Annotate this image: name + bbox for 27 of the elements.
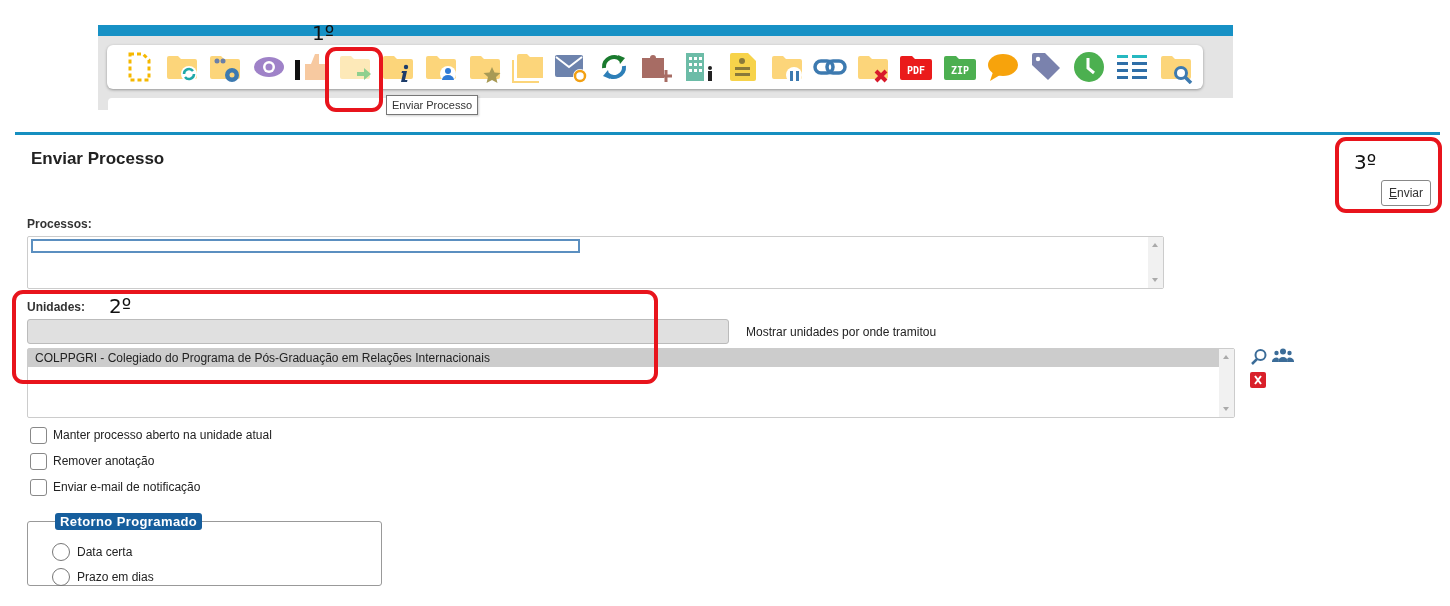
remove-icon[interactable] [1250, 372, 1266, 388]
checkbox-label: Enviar e-mail de notificação [53, 480, 201, 494]
step-number: 3º [1354, 151, 1377, 173]
page-title: Enviar Processo [31, 149, 165, 169]
tooltip: Enviar Processo [386, 95, 479, 115]
list-item-outline[interactable] [31, 239, 580, 253]
panel-legend: Retorno Programado [55, 513, 203, 530]
radio-label: Prazo em dias [77, 569, 154, 584]
checkbox[interactable] [30, 426, 47, 444]
clock-icon[interactable] [1072, 50, 1107, 84]
people-icon[interactable] [1272, 348, 1294, 362]
annotation-frame [325, 47, 383, 112]
process-listbox[interactable] [27, 236, 1164, 289]
search-icon[interactable] [1250, 348, 1268, 366]
unit-listbox[interactable]: COLPPGRI - Colegiado do Programa de Pós-Graduação em Relações Internacionais [27, 348, 1235, 418]
field-label: Unidades: [27, 300, 85, 314]
unit-list-item[interactable]: COLPPGRI - Colegiado do Programa de Pós-Graduação em Relações Internacionais [28, 349, 1219, 367]
unit-input-field[interactable] [27, 319, 729, 344]
checkbox[interactable] [30, 452, 47, 470]
checkbox-label: Remover anotação [53, 454, 155, 468]
checkbox[interactable] [30, 478, 47, 496]
show-units-link[interactable]: Mostrar unidades por onde tramitou [746, 324, 937, 339]
field-label: Processos: [27, 217, 92, 231]
send-button[interactable]: Enviar [1380, 180, 1431, 206]
radio-label: Data certa [77, 544, 133, 559]
step-number: 2º [109, 295, 132, 317]
checkbox-label: Manter processo aberto na unidade atual [53, 428, 272, 442]
